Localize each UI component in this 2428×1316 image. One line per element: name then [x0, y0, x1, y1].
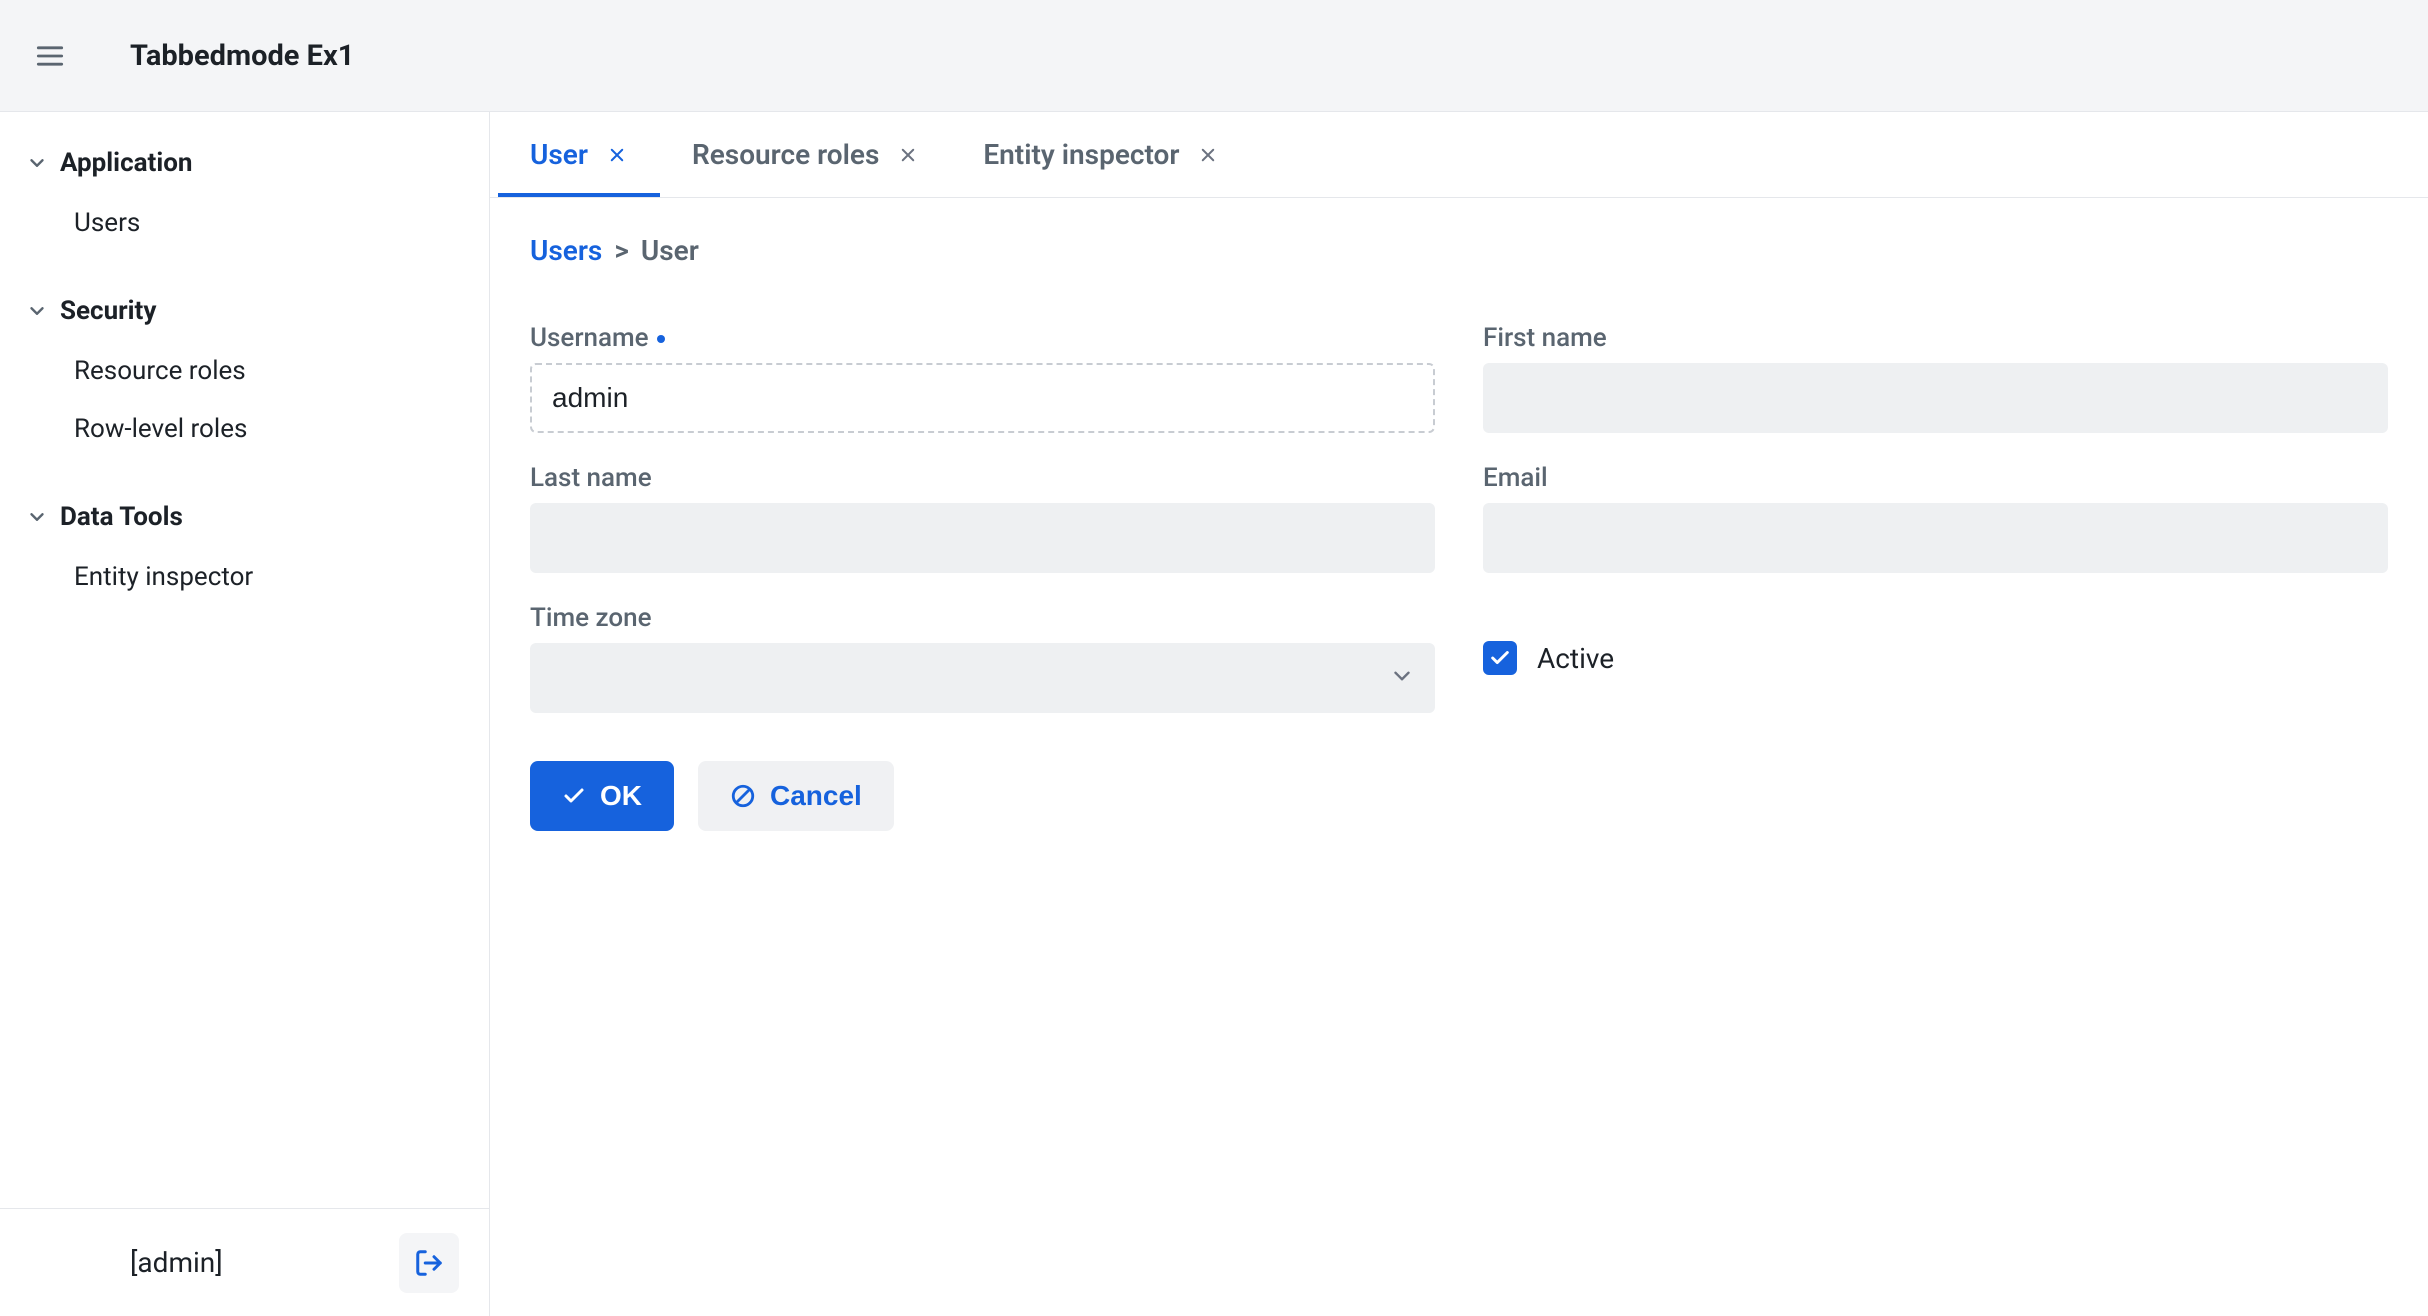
label-last-name: Last name [530, 463, 1435, 493]
tab-entity-inspector[interactable]: Entity inspector [951, 118, 1251, 197]
close-icon [1199, 146, 1217, 164]
ok-button[interactable]: OK [530, 761, 674, 831]
nav-section-security: Security Resource roles Row-level roles [0, 280, 489, 458]
cancel-button[interactable]: Cancel [698, 761, 894, 831]
last-name-input[interactable] [530, 503, 1435, 573]
username-input[interactable] [530, 363, 1435, 433]
hamburger-icon [36, 44, 64, 68]
tab-label: User [530, 138, 588, 171]
time-zone-select[interactable] [530, 643, 1435, 713]
cancel-button-label: Cancel [770, 780, 862, 812]
chevron-down-icon [26, 300, 48, 322]
time-zone-input[interactable] [530, 643, 1435, 713]
chevron-down-icon [26, 152, 48, 174]
ban-icon [730, 783, 756, 809]
required-indicator-icon [657, 335, 665, 343]
breadcrumb: Users > User [530, 234, 2388, 267]
label-first-name: First name [1483, 323, 2388, 353]
breadcrumb-current: User [641, 234, 699, 267]
tab-bar: User Resource roles Entity inspector [490, 112, 2428, 198]
breadcrumb-link-users[interactable]: Users [530, 234, 602, 267]
main: User Resource roles Entity inspector [490, 112, 2428, 1316]
form-actions: OK Cancel [530, 761, 2388, 831]
nav-section-header-security[interactable]: Security [0, 280, 489, 342]
check-icon [562, 784, 586, 808]
close-icon [899, 146, 917, 164]
tab-user[interactable]: User [498, 118, 660, 197]
label-email: Email [1483, 463, 2388, 493]
first-name-input[interactable] [1483, 363, 2388, 433]
ok-button-label: OK [600, 780, 642, 812]
user-form: Username First name Last name Email [530, 323, 2388, 713]
email-input[interactable] [1483, 503, 2388, 573]
active-checkbox[interactable] [1483, 641, 1517, 675]
nav-section-header-data-tools[interactable]: Data Tools [0, 486, 489, 548]
field-username: Username [530, 323, 1435, 433]
check-icon [1489, 647, 1511, 669]
nav: Application Users Security Resource role… [0, 112, 489, 634]
tab-resource-roles[interactable]: Resource roles [660, 118, 951, 197]
tab-close-entity-inspector[interactable] [1197, 144, 1219, 166]
tab-label: Entity inspector [983, 138, 1179, 171]
logout-button[interactable] [399, 1233, 459, 1293]
current-user-label: [admin] [130, 1246, 223, 1279]
sidebar-item-entity-inspector[interactable]: Entity inspector [0, 548, 489, 606]
field-active: Active [1483, 603, 2388, 713]
breadcrumb-separator: > [614, 234, 629, 267]
chevron-down-icon [26, 506, 48, 528]
nav-section-label: Security [60, 296, 156, 326]
app-title: Tabbedmode Ex1 [130, 39, 354, 73]
field-email: Email [1483, 463, 2388, 573]
close-icon [608, 146, 626, 164]
label-time-zone: Time zone [530, 603, 1435, 633]
content: Users > User Username First name [490, 198, 2428, 867]
sidebar-footer: [admin] [0, 1208, 489, 1316]
app-header: Tabbedmode Ex1 [0, 0, 2428, 112]
sidebar-item-row-level-roles[interactable]: Row-level roles [0, 400, 489, 458]
field-first-name: First name [1483, 323, 2388, 433]
nav-section-label: Data Tools [60, 502, 183, 532]
nav-section-application: Application Users [0, 132, 489, 252]
sidebar-item-resource-roles[interactable]: Resource roles [0, 342, 489, 400]
menu-button[interactable] [30, 36, 70, 76]
nav-section-label: Application [60, 148, 192, 178]
label-username: Username [530, 323, 1435, 353]
tab-label: Resource roles [692, 138, 879, 171]
nav-section-data-tools: Data Tools Entity inspector [0, 486, 489, 606]
logout-icon [414, 1248, 444, 1278]
field-last-name: Last name [530, 463, 1435, 573]
tab-close-user[interactable] [606, 144, 628, 166]
active-label: Active [1537, 642, 1614, 675]
sidebar-item-users[interactable]: Users [0, 194, 489, 252]
field-time-zone: Time zone [530, 603, 1435, 713]
nav-section-header-application[interactable]: Application [0, 132, 489, 194]
tab-close-resource-roles[interactable] [897, 144, 919, 166]
sidebar: Application Users Security Resource role… [0, 112, 490, 1316]
